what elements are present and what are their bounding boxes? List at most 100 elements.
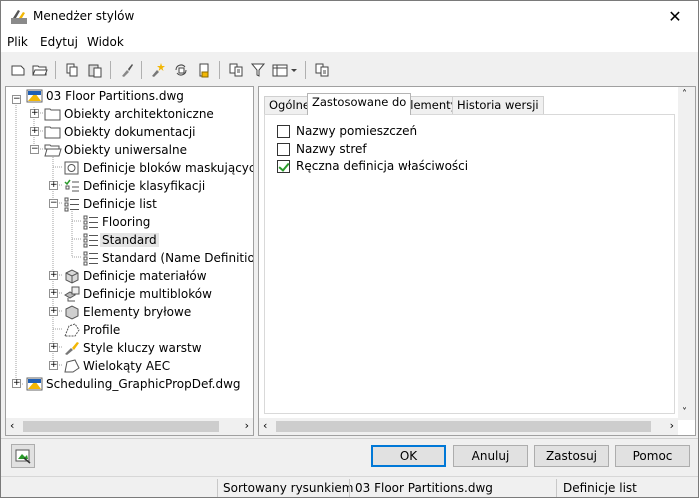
style-preview-icon — [315, 63, 329, 77]
applies-to-zone-names[interactable]: Nazwy stref — [277, 141, 367, 157]
tree-item-documentation-objects[interactable]: Obiekty dokumentacji — [44, 123, 198, 141]
checkbox-room-names[interactable] — [277, 124, 290, 138]
new-drawing-button[interactable] — [8, 60, 28, 80]
scroll-thumb[interactable] — [23, 421, 219, 432]
checkbox-manual-property-definition[interactable] — [277, 159, 290, 173]
dwg-file-icon — [26, 377, 43, 391]
brush-icon — [122, 64, 133, 77]
tree-item-list-flooring[interactable]: Flooring — [82, 213, 152, 231]
apply-button[interactable]: Zastosuj — [534, 445, 609, 467]
paste-button[interactable] — [85, 60, 105, 80]
tree-item-mass-elements[interactable]: Elementy bryłowe — [63, 303, 193, 321]
mask-block-icon — [64, 161, 79, 175]
menu-file[interactable]: Plik — [7, 35, 28, 49]
scroll-right-icon[interactable]: › — [670, 419, 674, 432]
new-style-button[interactable] — [148, 60, 168, 80]
edit-style-icon — [199, 63, 209, 78]
new-file-icon — [11, 65, 25, 76]
cancel-button[interactable]: Anuluj — [453, 445, 528, 467]
scroll-right-icon[interactable]: › — [245, 419, 249, 432]
tree-expander-materials[interactable]: + — [49, 271, 58, 280]
tree-horizontal-scrollbar[interactable]: ‹ › — [6, 418, 253, 435]
properties-horizontal-scrollbar[interactable]: ‹ › — [259, 418, 678, 435]
tree-item-material-definitions[interactable]: Definicje materiałów — [63, 267, 209, 285]
tree-expander-multiview[interactable]: + — [49, 289, 58, 298]
status-separator — [217, 479, 218, 497]
profile-icon — [64, 323, 80, 337]
scroll-thumb[interactable] — [276, 421, 651, 432]
tree-item-multipurpose-objects[interactable]: Obiekty uniwersalne — [44, 141, 189, 159]
ok-button[interactable]: OK — [371, 445, 446, 467]
tree-item-layer-key-styles[interactable]: Style kluczy warstw — [63, 339, 204, 357]
folder-icon — [44, 126, 61, 139]
folder-icon — [44, 108, 61, 121]
applies-to-manual-property-definition[interactable]: Ręczna definicja właściwości — [277, 158, 468, 174]
table-view-icon — [272, 64, 297, 77]
tree-expander-root[interactable]: − — [12, 95, 21, 104]
status-current-drawing: 03 Floor Partitions.dwg — [355, 481, 493, 495]
tree-item-second-drawing[interactable]: Scheduling_GraphicPropDef.dwg — [26, 375, 243, 393]
menu-view[interactable]: Widok — [87, 35, 124, 49]
style-preview-button[interactable] — [312, 60, 332, 80]
tab-version-history[interactable]: Historia wersji — [452, 96, 544, 114]
tree-item-root-drawing[interactable]: 03 Floor Partitions.dwg — [26, 87, 186, 105]
list-icon — [83, 251, 98, 266]
scroll-left-icon[interactable]: ‹ — [263, 419, 267, 432]
sync-button[interactable] — [171, 60, 191, 80]
copy-button[interactable] — [62, 60, 82, 80]
open-drawing-button[interactable] — [30, 60, 50, 80]
filter-icon — [250, 63, 266, 77]
tree-item-aec-polygons[interactable]: Wielokąty AEC — [63, 357, 172, 375]
scroll-down-icon[interactable]: ˅ — [682, 407, 687, 418]
help-button[interactable]: Pomoc — [615, 445, 690, 467]
tree-expander-layer-key[interactable]: + — [49, 343, 58, 352]
open-folder-icon — [32, 65, 48, 76]
tab-applies-to[interactable]: Zastosowane do — [307, 93, 412, 115]
tree-item-classification-definitions[interactable]: Definicje klasyfikacji — [63, 177, 207, 195]
menu-bar: Plik Edytuj Widok — [1, 32, 698, 52]
tree-item-architectural-objects[interactable]: Obiekty architektoniczne — [44, 105, 216, 123]
scroll-up-icon[interactable]: ˄ — [682, 89, 687, 100]
copy-icon — [66, 63, 78, 77]
classification-icon — [64, 179, 79, 192]
edit-style-button[interactable] — [194, 60, 214, 80]
close-button[interactable]: ✕ — [652, 1, 698, 32]
tree-item-mask-block-definitions[interactable]: Definicje bloków maskujących — [63, 159, 253, 177]
purge-button[interactable] — [117, 60, 137, 80]
tree-expander-mass-elements[interactable]: + — [49, 307, 58, 316]
applies-to-panel: Nazwy pomieszczeń Nazwy stref Ręczna def… — [264, 114, 675, 414]
filter-button[interactable] — [248, 60, 268, 80]
tree-expander-classification[interactable]: + — [49, 181, 58, 190]
menu-edit[interactable]: Edytuj — [40, 35, 78, 49]
material-icon — [65, 269, 79, 284]
toolbar-separator — [55, 61, 56, 79]
tree-expander-list-definitions[interactable]: − — [49, 199, 58, 208]
tree-item-list-definitions[interactable]: Definicje list — [63, 195, 159, 213]
properties-vertical-scrollbar[interactable]: ˄ ˅ — [678, 87, 695, 420]
mass-element-icon — [65, 305, 79, 320]
toggle-view-icon — [229, 63, 243, 77]
polygon-icon — [64, 359, 80, 373]
tree-expander-architectural[interactable]: + — [30, 109, 39, 118]
tree-item-multiview-block-definitions[interactable]: Definicje multibloków — [63, 285, 214, 303]
style-tree[interactable]: − 03 Floor Partitions.dwg + Obiekty arch… — [5, 86, 254, 436]
tree-expander-second-drawing[interactable]: + — [12, 379, 21, 388]
scroll-left-icon[interactable]: ‹ — [10, 419, 14, 432]
tree-item-list-standard[interactable]: Standard — [82, 231, 159, 249]
view-options-dropdown[interactable] — [271, 60, 299, 80]
toggle-preview-button[interactable] — [11, 444, 35, 468]
window-title: Menedżer stylów — [33, 9, 135, 23]
tree-expander-aec-polygons[interactable]: + — [49, 361, 58, 370]
tree-expander-multipurpose[interactable]: − — [30, 145, 39, 154]
toolbar-separator — [219, 61, 220, 79]
toggle-view-button[interactable] — [226, 60, 246, 80]
checkbox-zone-names[interactable] — [277, 142, 290, 156]
properties-pane: Ogólne Zastosowane do Elementy Historia … — [258, 86, 696, 436]
style-manager-icon — [11, 10, 27, 24]
status-current-category: Definicje list — [563, 481, 637, 495]
tree-expander-documentation[interactable]: + — [30, 127, 39, 136]
tree-item-list-standard-name-definition[interactable]: Standard (Name Definition) — [82, 249, 253, 267]
applies-to-room-names[interactable]: Nazwy pomieszczeń — [277, 123, 417, 139]
tree-item-profile[interactable]: Profile — [63, 321, 122, 339]
toolbar-separator — [110, 61, 111, 79]
